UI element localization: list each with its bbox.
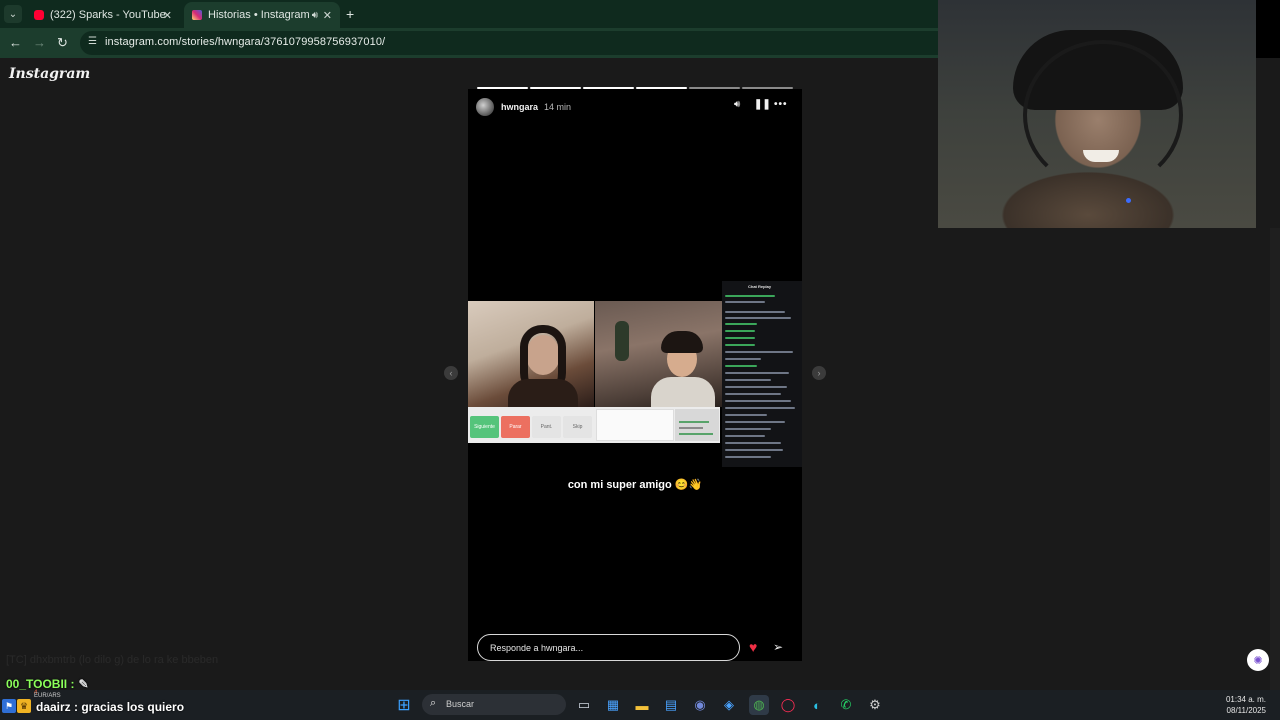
system-clock[interactable]: 01:34 a. m. 08/11/2025: [1208, 694, 1266, 716]
heart-icon[interactable]: ♥: [749, 639, 757, 655]
url-text[interactable]: instagram.com/stories/hwngara/3761079958…: [105, 36, 385, 48]
copilot-icon[interactable]: ✺: [1247, 649, 1269, 671]
task-view-icon[interactable]: ▭: [574, 695, 594, 715]
youtube-icon: [34, 10, 44, 20]
notepad-icon[interactable]: ▤: [661, 695, 681, 715]
more-options-icon[interactable]: •••: [774, 99, 788, 110]
back-arrow-icon[interactable]: ←: [9, 35, 22, 50]
headset-icon: [1023, 40, 1183, 190]
crown-badge-icon: ♛: [17, 699, 31, 713]
story-username[interactable]: hwngara: [501, 102, 538, 112]
faded-chat-message: [TC] dhxbmtrb (lo dilo g) de lo ra ke bb…: [6, 654, 219, 666]
embedded-button: Parar: [501, 416, 530, 438]
chrome-icon[interactable]: ◍: [749, 695, 769, 715]
next-story-icon[interactable]: ›: [812, 366, 826, 380]
chat-username: daairz: [36, 700, 71, 714]
chat-username: 00_TOOBII: [6, 677, 68, 691]
chat-badges: ⚑ ♛: [2, 699, 31, 713]
embedded-button: Skip: [563, 416, 592, 438]
streamer-webcam: [938, 0, 1256, 228]
embedded-button: Siguiente: [470, 416, 499, 438]
webcam-right: [595, 301, 722, 407]
clock-time: 01:34 a. m.: [1225, 695, 1266, 704]
reply-placeholder[interactable]: Responde a hwngara...: [490, 643, 583, 653]
currency-widget[interactable]: EUR/ARS: [34, 693, 61, 699]
mic-light: [1126, 198, 1131, 203]
discord-icon[interactable]: ◉: [690, 695, 710, 715]
chat-separator: :: [67, 677, 75, 691]
chat-message: daairz : gracias los quiero: [36, 700, 184, 714]
previous-story-icon[interactable]: ‹: [444, 366, 458, 380]
new-tab-button[interactable]: +: [346, 6, 354, 22]
send-icon[interactable]: ➢: [773, 640, 783, 654]
close-tab-icon[interactable]: ✕: [323, 9, 332, 22]
story-header: hwngara 14 min: [476, 98, 571, 116]
embedded-controls: Siguiente Parar Pant. Skip: [468, 407, 720, 443]
store-icon[interactable]: ▦: [603, 695, 623, 715]
tab-title: Historias • Instagram: [208, 9, 310, 21]
embedded-panel: [675, 409, 719, 441]
tab-instagram[interactable]: Historias • Instagram 🔊︎ ✕: [184, 2, 340, 28]
edge-icon[interactable]: ◐: [807, 695, 827, 715]
chat-replay-title: Chat Replay: [748, 284, 772, 289]
instagram-logo[interactable]: Instagram: [9, 66, 90, 82]
reply-input[interactable]: Responde a hwngara...: [477, 634, 740, 661]
close-tab-icon[interactable]: ✕: [163, 9, 172, 22]
tab-title: (322) Sparks - YouTube: [50, 9, 166, 21]
story-viewer[interactable]: hwngara 14 min 🔊︎ ❚❚ ••• Siguiente Parar…: [468, 89, 802, 661]
app-icon[interactable]: ◈: [719, 695, 739, 715]
tab-youtube[interactable]: (322) Sparks - YouTube ✕: [26, 2, 180, 28]
file-explorer-icon[interactable]: ▬: [632, 695, 652, 715]
subscriber-badge-icon: ⚑: [2, 699, 16, 713]
chat-text: : gracias los quiero: [70, 700, 185, 714]
speaker-icon[interactable]: 🔊︎: [312, 10, 318, 21]
instagram-icon: [192, 10, 202, 20]
browser-tab-strip: ⌄ (322) Sparks - YouTube ✕ Historias • I…: [0, 0, 938, 28]
page-scrollbar[interactable]: [1270, 228, 1280, 690]
whatsapp-icon[interactable]: ✆: [836, 695, 856, 715]
settings-icon[interactable]: ⚙: [865, 695, 885, 715]
webcam-left: [468, 301, 594, 407]
reload-icon[interactable]: ↻: [57, 35, 68, 51]
search-icon: ⌕: [430, 697, 437, 709]
story-time: 14 min: [544, 102, 572, 112]
search-placeholder: Buscar: [446, 699, 475, 709]
avatar[interactable]: [476, 98, 494, 116]
pause-icon[interactable]: ❚❚: [754, 99, 771, 110]
embedded-panel: [596, 409, 674, 441]
pencil-icon: ✎: [78, 677, 89, 691]
site-info-icon[interactable]: ☰: [88, 36, 100, 48]
windows-taskbar: 4 EUR/ARS ⊞ ⌕ Buscar ▭ ▦ ▬ ▤ ◉ ◈ ◍ ◯ ◐ ✆…: [0, 690, 1280, 720]
browser-toolbar: ← → ↻ ☰ instagram.com/stories/hwngara/37…: [0, 28, 938, 58]
windows-start-icon[interactable]: ⊞: [394, 695, 414, 715]
volume-icon[interactable]: 🔊︎: [734, 99, 740, 110]
embedded-chat-replay: Chat Replay: [722, 281, 802, 467]
story-caption: con mi super amigo 😊👋: [567, 479, 703, 491]
chat-message: 00_TOOBII : ✎: [6, 677, 89, 691]
story-media: Siguiente Parar Pant. Skip Chat Replay: [468, 281, 802, 471]
opera-icon[interactable]: ◯: [778, 695, 798, 715]
clock-date: 08/11/2025: [1226, 706, 1266, 715]
tab-search-icon[interactable]: ⌄: [4, 5, 22, 23]
taskbar-search[interactable]: ⌕ Buscar: [422, 694, 566, 715]
embedded-button: Pant.: [532, 416, 561, 438]
address-bar[interactable]: ☰ instagram.com/stories/hwngara/37610799…: [80, 31, 938, 55]
forward-arrow-icon[interactable]: →: [33, 35, 46, 50]
